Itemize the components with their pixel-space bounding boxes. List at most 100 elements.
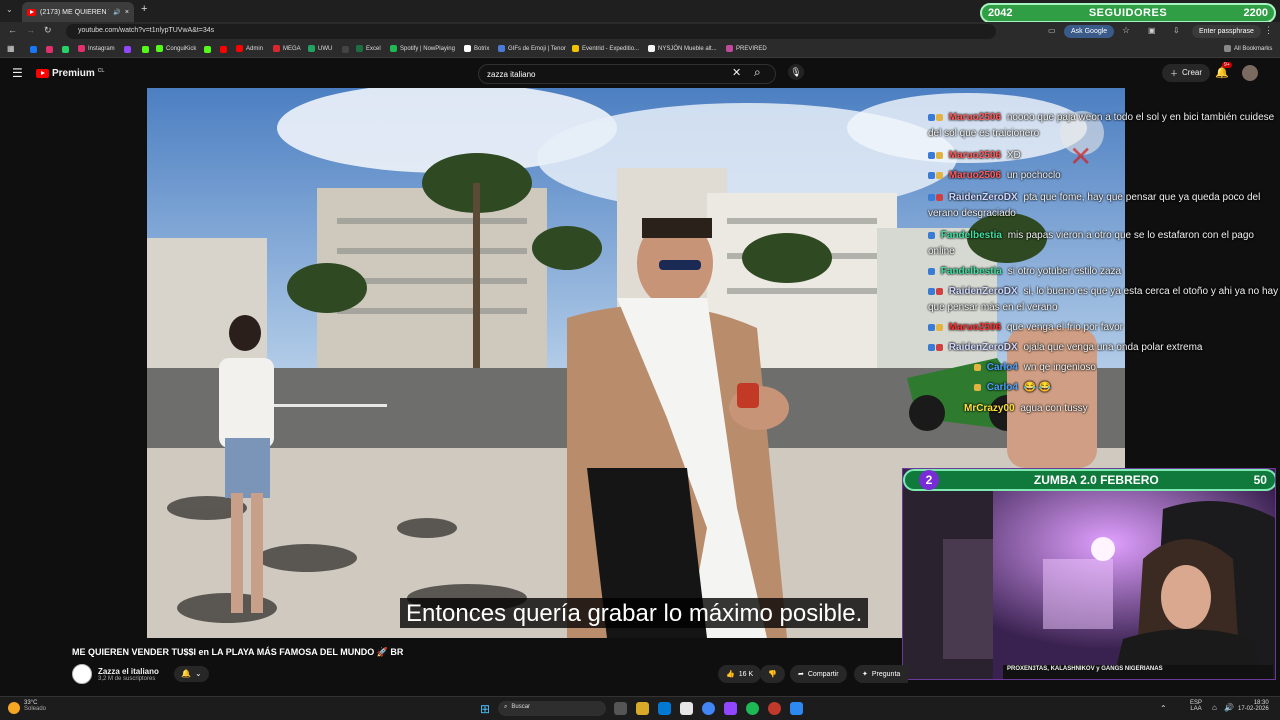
badge-icon [928, 113, 935, 121]
volume-icon[interactable]: 🔊 [1224, 703, 1234, 712]
obs-icon[interactable] [768, 702, 781, 715]
bookmark-mega[interactable]: MEGA [273, 45, 301, 52]
back-arrow-icon[interactable]: ← [8, 25, 17, 35]
whatsapp-bookmark-icon[interactable] [62, 46, 69, 53]
hamburger-menu-icon[interactable]: ☰ [12, 66, 23, 80]
search-icon[interactable]: ⌕ [754, 65, 761, 80]
bookmark-spotify[interactable]: Spotify | NowPlaying [390, 45, 455, 52]
chrome-icon[interactable] [702, 702, 715, 715]
facebook-bookmark-icon[interactable] [30, 46, 37, 53]
admin-icon [236, 45, 243, 52]
tab-close-icon[interactable]: × [125, 9, 129, 16]
brand-label: Premium [52, 68, 95, 79]
ask-button[interactable]: ✦ Pregunta [854, 665, 909, 683]
cast-icon[interactable]: ▭ [1048, 26, 1056, 35]
bookmark-botrix[interactable]: Botrix [464, 45, 489, 52]
like-button[interactable]: 👍 16 K [718, 665, 762, 683]
bookmark-conguikick[interactable]: ConguiKick [156, 45, 196, 52]
badge-icon [928, 323, 935, 331]
all-bookmarks[interactable]: All Bookmarks [1224, 45, 1272, 52]
spotify-icon[interactable] [746, 702, 759, 715]
bookmark-icon[interactable] [46, 46, 53, 53]
previred-icon [726, 45, 733, 52]
tray-chevron-icon[interactable]: ⌃ [1160, 704, 1167, 713]
bookmark-label: UWU [318, 45, 333, 52]
twitch-bookmark-icon[interactable] [124, 46, 131, 53]
store-icon[interactable] [658, 702, 671, 715]
dislike-button[interactable]: 👎 [760, 665, 785, 683]
follower-goal-bar: 2042 SEGUIDORES 2200 [980, 3, 1276, 23]
badges [928, 110, 944, 126]
bookmark-star-icon[interactable]: ☆ [1122, 25, 1130, 36]
badge-icon [936, 287, 943, 295]
weather-widget[interactable]: 33°C Soleado [24, 700, 46, 712]
bookmark-tenor[interactable]: GIFs de Emoji | Tenor [498, 45, 566, 52]
botrix-icon [464, 45, 471, 52]
bookmark-label: Instagram [88, 45, 115, 52]
chat-message: Carlo4 wn qe ingenioso [974, 360, 1280, 376]
bookmark-uwu[interactable]: UWU [308, 45, 332, 52]
browser-menu-icon[interactable]: ⋮ [1264, 25, 1273, 36]
chat-username: Maruo2506 [948, 112, 1002, 123]
app-icon[interactable] [790, 702, 803, 715]
channel-avatar[interactable] [72, 664, 92, 684]
channel-name[interactable]: Zazza el italiano [98, 667, 159, 676]
taskbar-search[interactable]: ⌕ Buscar [498, 701, 606, 716]
webcam-overlay: 2 ZUMBA 2.0 FEBRERO 50 PROXEN3TAS, KALÁS… [902, 468, 1276, 680]
search-value: zazza italiano [487, 70, 536, 79]
badges [928, 320, 944, 336]
chat-message: Maruo2506 noooo que paja weon a todo el … [928, 110, 1280, 142]
youtube-premium-logo[interactable]: Premium CL [36, 68, 104, 79]
ask-google-button[interactable]: Ask Google [1064, 25, 1115, 38]
browser-toolbar: ← → ↻ youtube.com/watch?v=t1nlypTUVwA&t=… [0, 22, 1280, 41]
windows-start-icon[interactable]: ⊞ [480, 702, 490, 716]
thumbs-up-icon: 👍 [726, 671, 735, 678]
chat-text: ojala que venga una onda polar extrema [1023, 342, 1203, 353]
file-explorer-icon[interactable] [636, 702, 649, 715]
task-view-icon[interactable] [614, 702, 627, 715]
subscribe-bell-button[interactable]: 🔔 ⌄ [174, 666, 209, 682]
bookmark-excel[interactable]: Excel [356, 45, 381, 52]
kick-bookmark-icon[interactable] [204, 46, 211, 53]
ask-google-label: Ask Google [1071, 28, 1108, 35]
bookmark-label: MEGA [283, 45, 301, 52]
create-button[interactable]: ＋ Crear [1162, 64, 1211, 82]
language-indicator[interactable]: ESP LAA [1190, 700, 1202, 712]
downloads-icon[interactable]: ⇩ [1173, 26, 1180, 35]
apps-grid-icon[interactable]: ▦ [7, 44, 15, 53]
reload-icon[interactable]: ↻ [44, 25, 52, 36]
new-tab-button[interactable]: + [141, 3, 147, 15]
network-icon[interactable]: ⌂ [1212, 703, 1217, 712]
forward-arrow-icon[interactable]: → [26, 25, 35, 35]
bookmark-eventrid[interactable]: Eventrid - Expeditio... [572, 45, 639, 52]
bookmark-nysjon[interactable]: NYSJÖN Mueble alt... [648, 45, 717, 52]
badge-icon [928, 193, 935, 201]
chat-text: wn qe ingenioso [1023, 362, 1096, 373]
app-icon[interactable] [680, 702, 693, 715]
enter-passphrase-button[interactable]: Enter passphrase [1192, 25, 1261, 38]
bookmark-icon[interactable] [342, 46, 349, 53]
badge-icon [936, 323, 943, 331]
youtube-bookmark-icon[interactable] [220, 46, 227, 53]
clock[interactable]: 18:30 17-02-2026 [1238, 700, 1269, 712]
voice-search-icon[interactable]: 🎙 [788, 64, 804, 80]
clear-search-icon[interactable]: ✕ [732, 66, 741, 79]
extensions-icon[interactable]: ▣ [1148, 26, 1156, 35]
bookmark-admin[interactable]: Admin [236, 45, 263, 52]
twitch-icon[interactable] [724, 702, 737, 715]
tab-search-chevron-icon[interactable]: ⌄ [6, 5, 13, 14]
weather-sun-icon[interactable] [8, 702, 20, 714]
chat-username: RaidenZeroDX [948, 192, 1018, 203]
bookmark-previred[interactable]: PREVIRED [726, 45, 767, 52]
address-bar[interactable]: youtube.com/watch?v=t1nlypTUVwA&t=34s [66, 24, 996, 39]
avatar[interactable] [1242, 65, 1258, 81]
badges [974, 360, 982, 376]
share-button[interactable]: ➦ Compartir [790, 665, 847, 683]
badge-icon [928, 343, 935, 351]
badge-icon [936, 151, 943, 159]
chat-message: Fandelbestia si otro yotuber estilo zaza [928, 264, 1280, 280]
bell-icon: 🔔 [181, 669, 191, 678]
kick-bookmark-icon[interactable] [142, 46, 149, 53]
browser-tab-active[interactable]: (2173) ME QUIEREN VEND 🔊 × [22, 2, 134, 22]
bookmark-instagram[interactable]: Instagram [78, 45, 115, 52]
